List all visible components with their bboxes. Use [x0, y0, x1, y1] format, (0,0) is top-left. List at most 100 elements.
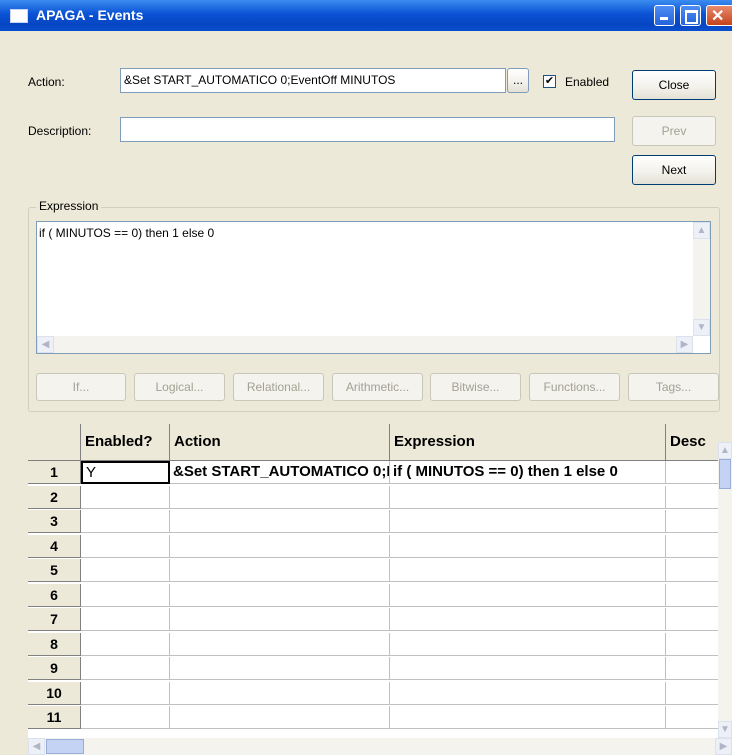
- prev-button[interactable]: Prev: [632, 116, 716, 146]
- grid-cell[interactable]: [666, 559, 720, 582]
- grid-cell[interactable]: [390, 632, 666, 656]
- grid-cell[interactable]: [666, 461, 720, 484]
- row-header[interactable]: 8: [28, 632, 81, 656]
- tags-button[interactable]: Tags...: [628, 373, 719, 401]
- close-button[interactable]: Close: [632, 70, 716, 100]
- grid-cell[interactable]: [170, 583, 390, 607]
- grid-cell[interactable]: [81, 608, 170, 631]
- functions-button[interactable]: Functions...: [529, 373, 620, 401]
- row-header[interactable]: 1: [28, 461, 81, 484]
- grid-cell[interactable]: [666, 510, 720, 533]
- expression-textarea[interactable]: if ( MINUTOS == 0) then 1 else 0 ▲ ▼ ◀ ▶: [36, 221, 711, 354]
- row-header[interactable]: 10: [28, 681, 81, 705]
- grid-cell[interactable]: [170, 608, 390, 631]
- action-label-text: Action:: [28, 75, 65, 89]
- grid-horizontal-scrollbar[interactable]: ◀ ▶: [28, 738, 732, 755]
- logical-button[interactable]: Logical...: [134, 373, 225, 401]
- grid-cell[interactable]: [170, 657, 390, 680]
- grid-cell[interactable]: &Set START_AUTOMATICO 0;EventOff MINUTOS: [170, 461, 390, 484]
- grid-cell[interactable]: [170, 632, 390, 656]
- row-header[interactable]: 4: [28, 534, 81, 558]
- grid-cell[interactable]: [666, 608, 720, 631]
- column-header-description[interactable]: Desc: [666, 424, 720, 461]
- grid-cell[interactable]: [170, 510, 390, 533]
- grid-cell[interactable]: [666, 584, 720, 607]
- grid-vertical-scrollbar[interactable]: ▲ ▼: [718, 442, 732, 738]
- grid-cell[interactable]: [390, 485, 666, 509]
- grid-cell[interactable]: [81, 485, 170, 509]
- grid-cell[interactable]: [81, 559, 170, 582]
- description-field[interactable]: [120, 117, 615, 142]
- if-button[interactable]: If...: [36, 373, 126, 401]
- grid-cell[interactable]: [666, 682, 720, 705]
- close-window-button[interactable]: ✕: [706, 5, 732, 26]
- enabled-checkbox[interactable]: ✔: [543, 75, 556, 88]
- grid-cell[interactable]: [81, 534, 170, 558]
- row-header[interactable]: 9: [28, 657, 81, 680]
- maximize-button[interactable]: [680, 5, 701, 26]
- scroll-left-icon[interactable]: ◀: [28, 738, 45, 755]
- grid-cell[interactable]: [666, 535, 720, 558]
- minimize-button[interactable]: [654, 5, 675, 26]
- action-label: Action:: [28, 75, 65, 89]
- enabled-label: Enabled: [565, 75, 610, 89]
- grid-cell[interactable]: [390, 510, 666, 533]
- grid-cell[interactable]: [390, 706, 666, 729]
- scroll-up-icon[interactable]: ▲: [718, 442, 732, 459]
- grid-cell[interactable]: [666, 706, 720, 729]
- action-field[interactable]: &Set START_AUTOMATICO 0;EventOff MINUTOS: [120, 68, 506, 93]
- grid-cell[interactable]: [390, 559, 666, 582]
- window-title: APAGA - Events: [36, 7, 144, 23]
- row-header[interactable]: 5: [28, 559, 81, 582]
- expression-vertical-scrollbar[interactable]: ▲ ▼: [693, 222, 710, 336]
- grid-cell[interactable]: [170, 706, 390, 729]
- grid-cell[interactable]: [81, 681, 170, 705]
- grid-cell[interactable]: [390, 657, 666, 680]
- scroll-right-icon[interactable]: ▶: [676, 336, 693, 353]
- grid-cell[interactable]: [81, 583, 170, 607]
- grid-cell[interactable]: [390, 583, 666, 607]
- row-header[interactable]: 6: [28, 583, 81, 607]
- grid-cell[interactable]: [170, 559, 390, 582]
- title-bar: APAGA - Events ✕: [0, 0, 732, 31]
- events-grid[interactable]: Enabled? Action Expression Desc 1 Y &Set S…: [28, 424, 720, 755]
- scroll-right-icon[interactable]: ▶: [715, 738, 732, 755]
- grid-cell[interactable]: [170, 485, 390, 509]
- bitwise-button[interactable]: Bitwise...: [430, 373, 521, 401]
- grid-scroll-thumb[interactable]: [719, 459, 731, 489]
- scroll-up-icon[interactable]: ▲: [693, 222, 710, 239]
- grid-cell[interactable]: [81, 706, 170, 729]
- window-icon: [10, 9, 28, 23]
- scroll-down-icon[interactable]: ▼: [693, 319, 710, 336]
- column-header-expression[interactable]: Expression: [390, 424, 666, 461]
- grid-cell[interactable]: [81, 510, 170, 533]
- grid-cell[interactable]: [390, 534, 666, 558]
- grid-cell[interactable]: Y: [81, 461, 170, 484]
- grid-cell[interactable]: [81, 632, 170, 656]
- grid-hscroll-thumb[interactable]: [46, 739, 84, 754]
- scroll-left-icon[interactable]: ◀: [37, 336, 54, 353]
- next-button[interactable]: Next: [632, 155, 716, 185]
- grid-cell[interactable]: [81, 657, 170, 680]
- row-header[interactable]: 2: [28, 485, 81, 509]
- browse-action-button[interactable]: ...: [507, 68, 529, 93]
- expression-horizontal-scrollbar[interactable]: ◀ ▶: [37, 336, 693, 353]
- grid-corner: [28, 424, 81, 461]
- grid-cell[interactable]: [666, 633, 720, 656]
- grid-cell[interactable]: if ( MINUTOS == 0) then 1 else 0: [390, 461, 666, 484]
- grid-cell[interactable]: [170, 681, 390, 705]
- row-header[interactable]: 11: [28, 706, 81, 729]
- column-header-action[interactable]: Action: [170, 424, 390, 461]
- scroll-down-icon[interactable]: ▼: [718, 721, 732, 738]
- column-header-enabled[interactable]: Enabled?: [81, 424, 170, 461]
- relational-button[interactable]: Relational...: [233, 373, 324, 401]
- grid-cell[interactable]: [390, 608, 666, 631]
- grid-cell[interactable]: [666, 486, 720, 509]
- arithmetic-button[interactable]: Arithmetic...: [332, 373, 423, 401]
- grid-cell[interactable]: [170, 534, 390, 558]
- grid-cell[interactable]: [390, 681, 666, 705]
- grid-cell[interactable]: [666, 657, 720, 680]
- row-header[interactable]: 7: [28, 608, 81, 631]
- maximize-icon: [685, 10, 698, 24]
- row-header[interactable]: 3: [28, 510, 81, 533]
